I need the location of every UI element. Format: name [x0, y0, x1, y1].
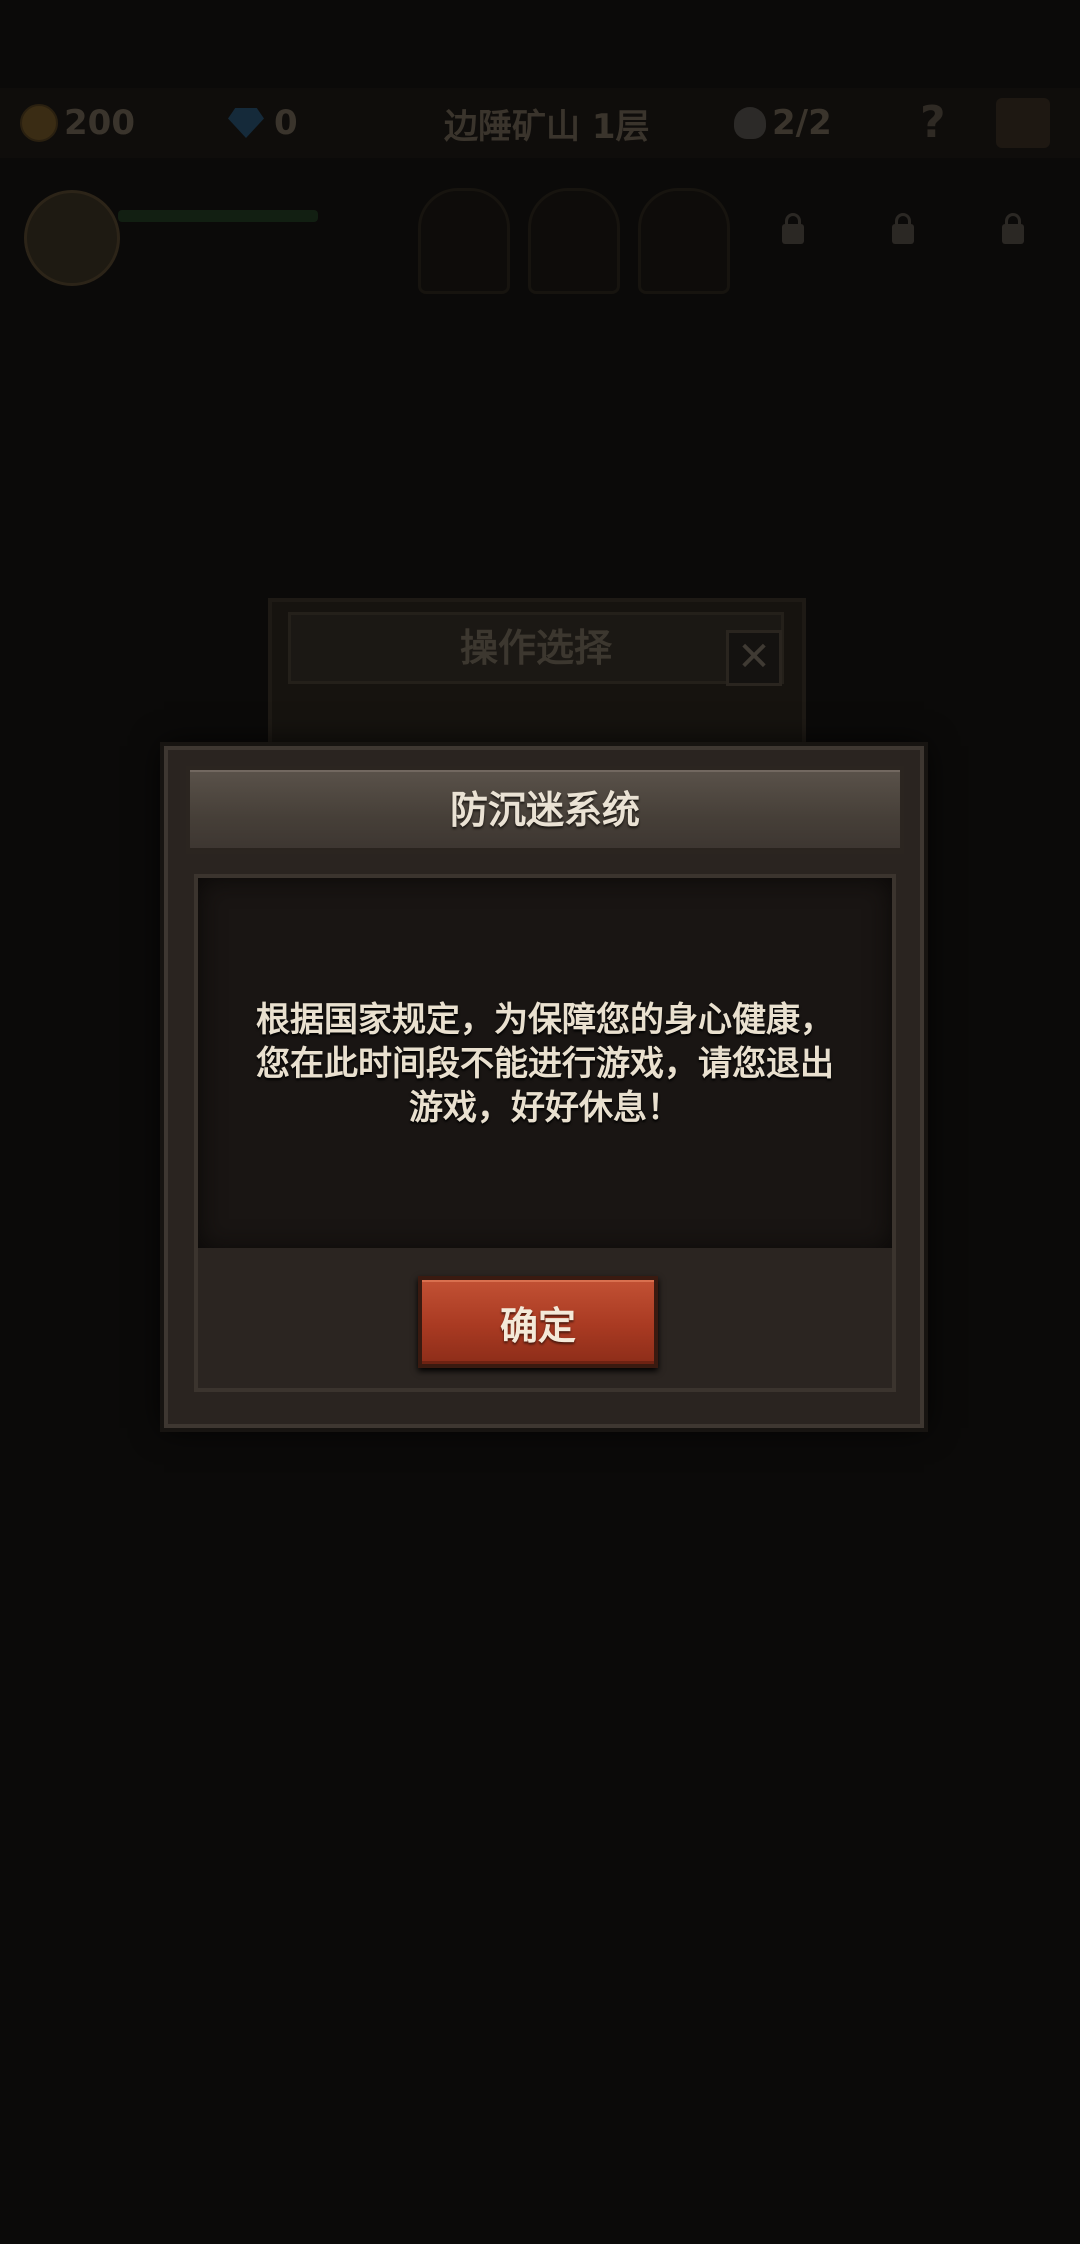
hero-slot[interactable]: [528, 188, 620, 294]
action-select-title: 操作选择: [288, 612, 784, 684]
party-counter: 2/2: [734, 88, 832, 158]
modal-message: 根据国家规定，为保障您的身心健康，您在此时间段不能进行游戏，请您退出游戏，好好休…: [256, 1000, 834, 1128]
close-icon[interactable]: ✕: [726, 630, 782, 686]
hero-slot[interactable]: [418, 188, 510, 294]
location-title: 边陲矿山 1层: [444, 88, 650, 158]
gem-counter: 0: [228, 88, 298, 158]
party-count: 2/2: [772, 103, 832, 143]
hero-slots-row: [0, 180, 1080, 300]
top-resource-bar: 200 0 边陲矿山 1层 2/2 ?: [0, 88, 1080, 158]
player-avatar[interactable]: [996, 98, 1050, 148]
modal-title: 防沉迷系统: [186, 766, 904, 854]
location-name: 边陲矿山 1层: [444, 106, 650, 147]
gold-amount: 200: [64, 103, 135, 143]
action-select-dialog: 操作选择 ✕: [268, 598, 806, 756]
confirm-button[interactable]: 确定: [418, 1276, 658, 1368]
lock-icon: [782, 213, 804, 244]
lock-icon: [1002, 213, 1024, 244]
gold-coin-icon: [20, 104, 58, 142]
help-button[interactable]: ?: [920, 88, 946, 158]
modal-body: 根据国家规定，为保障您的身心健康，您在此时间段不能进行游戏，请您退出游戏，好好休…: [194, 874, 896, 1254]
gold-counter: 200: [20, 88, 135, 158]
lock-icon: [892, 213, 914, 244]
hero-portrait[interactable]: [24, 190, 120, 286]
hero-slot[interactable]: [638, 188, 730, 294]
gem-amount: 0: [274, 103, 298, 143]
hero-health-bar: [118, 210, 318, 222]
skull-icon: [734, 107, 766, 139]
diamond-icon: [228, 108, 264, 138]
